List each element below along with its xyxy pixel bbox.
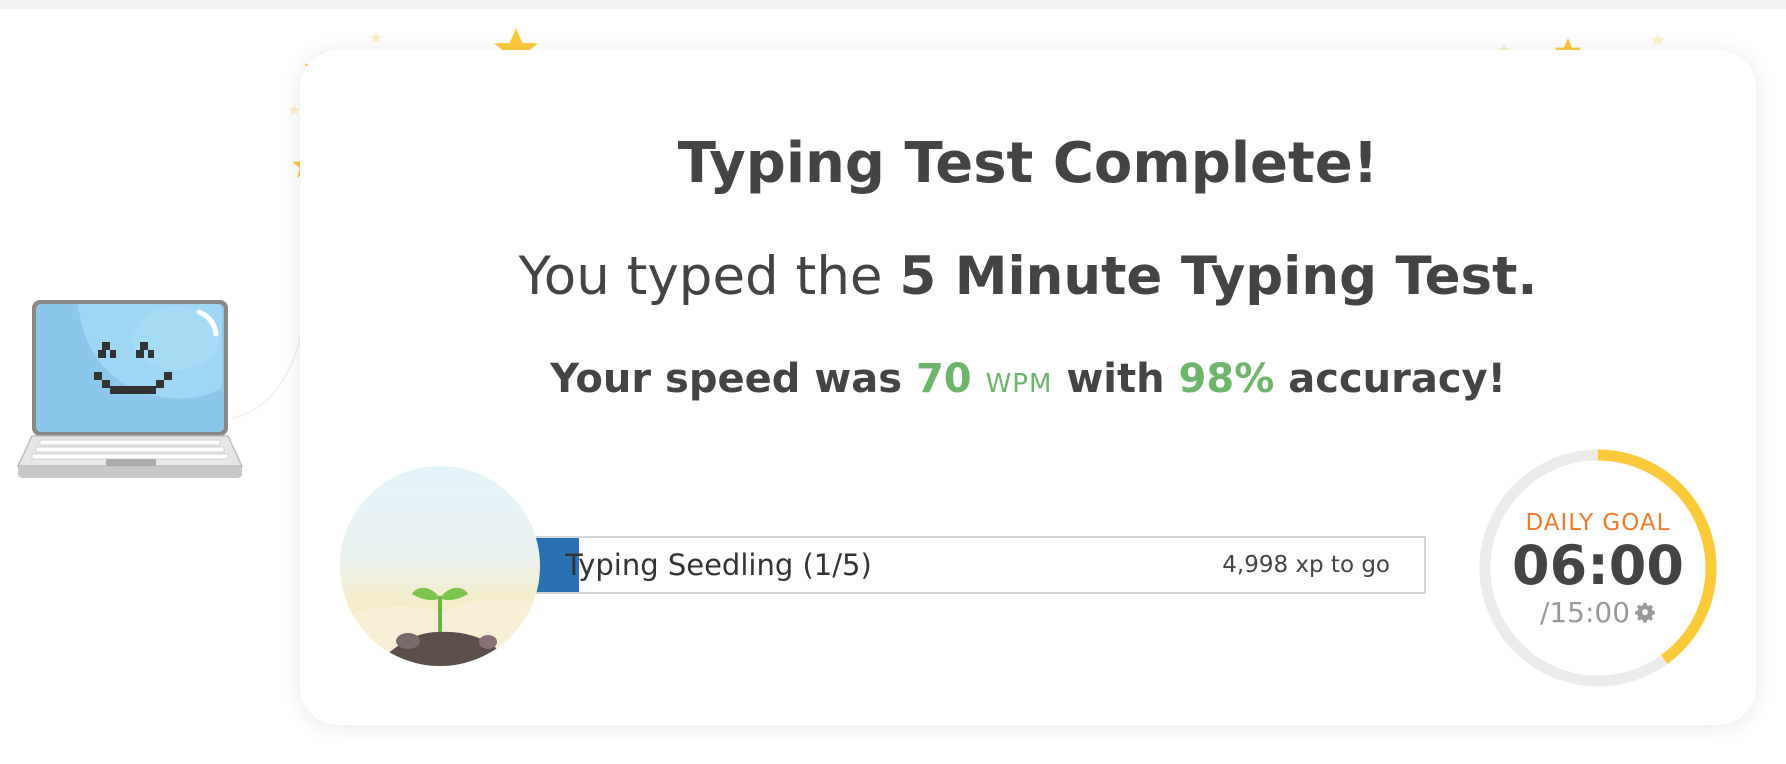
gear-icon[interactable] — [1634, 602, 1656, 624]
xp-remaining: 4,998 xp to go — [1222, 552, 1390, 578]
star-icon — [288, 104, 300, 116]
speed-prefix: Your speed was — [550, 356, 903, 402]
top-bar — [0, 0, 1786, 9]
star-icon — [1651, 33, 1665, 47]
speed-suffix: accuracy! — [1288, 356, 1506, 402]
accuracy-value: 98% — [1178, 356, 1275, 402]
speed-middle: with — [1066, 356, 1165, 402]
wpm-value: 70 — [915, 356, 972, 402]
speed-summary: Your speed was 70 WPM with 98% accuracy! — [300, 352, 1756, 411]
test-name: 5 Minute Typing Test. — [899, 246, 1538, 307]
daily-goal-total: /15:00 — [1476, 596, 1720, 629]
test-summary-prefix: You typed the — [518, 246, 883, 307]
daily-goal-time: 06:00 — [1512, 534, 1684, 597]
level-progress-bar: Typing Seedling (1/5) 4,998 xp to go — [533, 536, 1426, 594]
test-summary: You typed the 5 Minute Typing Test. — [300, 242, 1756, 312]
smiling-laptop-icon — [16, 300, 244, 478]
level-label: Typing Seedling (1/5) — [565, 548, 872, 582]
page-title: Typing Test Complete! — [677, 131, 1379, 196]
daily-goal-total-value: /15:00 — [1539, 596, 1631, 629]
seedling-icon — [340, 466, 540, 666]
daily-goal-widget[interactable]: DAILY GOAL 06:00 /15:00 — [1476, 446, 1720, 690]
star-icon — [369, 31, 383, 45]
wpm-unit: WPM — [985, 369, 1053, 399]
